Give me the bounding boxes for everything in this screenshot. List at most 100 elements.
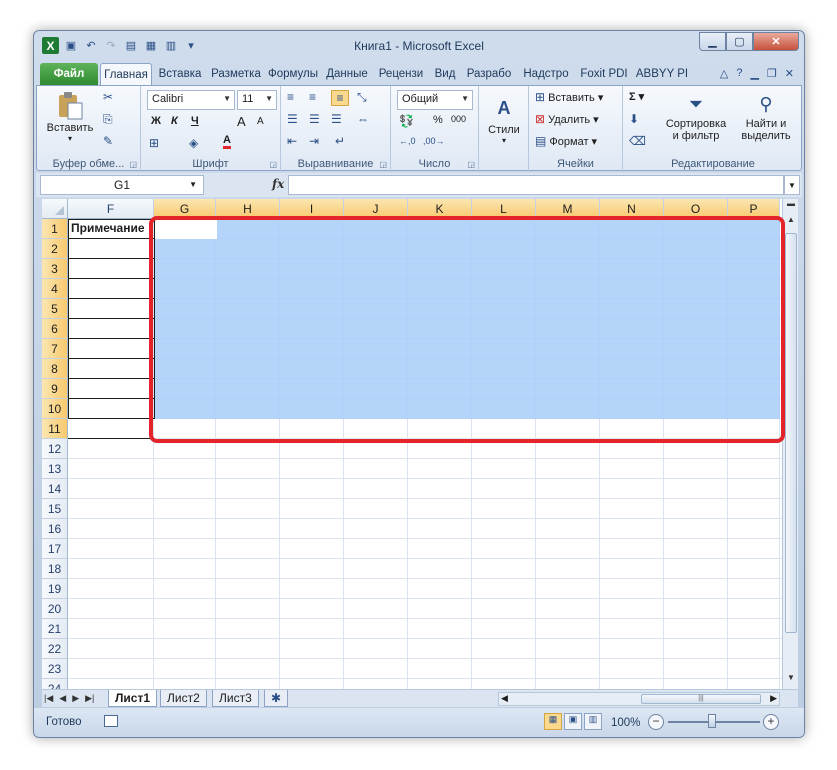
normal-view-icon[interactable]: ▦ bbox=[544, 713, 562, 730]
zoom-slider-thumb[interactable] bbox=[708, 714, 716, 728]
sort-filter-button[interactable]: ⏷ Сортировка и фильтр bbox=[661, 90, 731, 143]
row-header-1[interactable]: 1 bbox=[42, 219, 68, 239]
row-header-7[interactable]: 7 bbox=[42, 339, 68, 359]
tab-view[interactable]: Вид bbox=[430, 63, 460, 85]
align-middle-icon[interactable]: ≡ bbox=[309, 90, 316, 104]
underline-button[interactable]: Ч bbox=[191, 115, 199, 127]
zoom-level[interactable]: 100% bbox=[611, 717, 640, 729]
sheet-tab-2[interactable]: Лист2 bbox=[160, 690, 207, 707]
row-header-20[interactable]: 20 bbox=[42, 599, 68, 619]
doc-minimize-icon[interactable]: ▁ bbox=[750, 67, 758, 80]
row-header-4[interactable]: 4 bbox=[42, 279, 68, 299]
macro-record-icon[interactable] bbox=[104, 715, 118, 727]
merge-icon[interactable]: ⇔ bbox=[357, 112, 369, 126]
increase-indent-icon[interactable]: ⇥ bbox=[309, 134, 319, 148]
grow-font-button[interactable]: A bbox=[237, 114, 246, 129]
cut-icon[interactable]: ✂ bbox=[103, 90, 113, 104]
tab-addins[interactable]: Надстро bbox=[518, 63, 574, 85]
insert-function-icon[interactable]: fx bbox=[272, 177, 284, 191]
last-sheet-icon[interactable]: ▶| bbox=[85, 693, 94, 704]
tab-file[interactable]: Файл bbox=[40, 63, 98, 85]
tab-developer[interactable]: Разрабо bbox=[462, 63, 516, 85]
row-header-16[interactable]: 16 bbox=[42, 519, 68, 539]
percent-button[interactable]: % bbox=[433, 114, 443, 126]
font-size-combo[interactable]: 11 ▼ bbox=[237, 90, 277, 110]
collapse-ribbon-icon[interactable]: △ bbox=[720, 67, 728, 80]
format-cells-button[interactable]: ▤ Формат ▾ bbox=[535, 134, 597, 148]
tab-home[interactable]: Главная bbox=[100, 63, 152, 85]
maximize-button[interactable]: ▢ bbox=[726, 32, 753, 51]
prev-sheet-icon[interactable]: ◀ bbox=[59, 693, 66, 704]
font-color-icon[interactable]: A bbox=[223, 134, 231, 149]
vertical-scroll-thumb[interactable] bbox=[785, 233, 797, 633]
zoom-in-button[interactable]: + bbox=[763, 714, 779, 730]
autosum-button[interactable]: Σ ▾ bbox=[629, 90, 644, 103]
row-header-9[interactable]: 9 bbox=[42, 379, 68, 399]
minimize-button[interactable]: ▁ bbox=[699, 32, 726, 51]
row-header-23[interactable]: 23 bbox=[42, 659, 68, 679]
row-header-12[interactable]: 12 bbox=[42, 439, 68, 459]
tab-review[interactable]: Рецензи bbox=[374, 63, 428, 85]
tab-data[interactable]: Данные bbox=[322, 63, 372, 85]
cell-f1[interactable]: Примечание bbox=[71, 221, 145, 235]
row-header-5[interactable]: 5 bbox=[42, 299, 68, 319]
row-header-22[interactable]: 22 bbox=[42, 639, 68, 659]
tab-abbyy[interactable]: ABBYY PI bbox=[634, 63, 690, 85]
row-header-10[interactable]: 10 bbox=[42, 399, 68, 419]
align-right-icon[interactable]: ☰ bbox=[331, 112, 342, 126]
page-break-view-icon[interactable]: ▥ bbox=[584, 713, 602, 730]
split-handle-icon[interactable]: ▬ bbox=[783, 199, 799, 213]
row-header-19[interactable]: 19 bbox=[42, 579, 68, 599]
wrap-text-icon[interactable]: ↵ bbox=[335, 134, 345, 148]
fill-color-icon[interactable]: ◈ bbox=[189, 136, 198, 150]
increase-decimal-icon[interactable]: ←,0 bbox=[399, 136, 416, 146]
tab-insert[interactable]: Вставка bbox=[154, 63, 206, 85]
clear-icon[interactable]: ⌫ bbox=[629, 134, 646, 148]
number-format-combo[interactable]: Общий ▼ bbox=[397, 90, 473, 110]
formula-input[interactable] bbox=[288, 175, 784, 195]
insert-cells-button[interactable]: ⊞ Вставить ▾ bbox=[535, 90, 603, 104]
sheet-tab-3[interactable]: Лист3 bbox=[212, 690, 259, 707]
bold-button[interactable]: Ж bbox=[151, 115, 161, 127]
row-header-18[interactable]: 18 bbox=[42, 559, 68, 579]
row-header-15[interactable]: 15 bbox=[42, 499, 68, 519]
borders-icon[interactable]: ⊞ bbox=[149, 136, 159, 150]
font-dialog-launcher[interactable]: ◲ bbox=[269, 160, 277, 169]
column-header-f[interactable]: F bbox=[68, 199, 154, 219]
doc-restore-icon[interactable]: ❐ bbox=[767, 67, 777, 80]
row-header-17[interactable]: 17 bbox=[42, 539, 68, 559]
doc-close-icon[interactable]: ✕ bbox=[785, 67, 794, 80]
row-header-11[interactable]: 11 bbox=[42, 419, 68, 439]
orientation-icon[interactable]: ⤡ bbox=[357, 90, 367, 105]
sheet-tab-1[interactable]: Лист1 bbox=[108, 690, 158, 707]
help-icon[interactable]: ? bbox=[736, 67, 742, 80]
row-header-2[interactable]: 2 bbox=[42, 239, 68, 259]
find-select-button[interactable]: ⚲ Найти и выделить bbox=[735, 90, 797, 143]
row-header-3[interactable]: 3 bbox=[42, 259, 68, 279]
new-sheet-icon[interactable]: ✱ bbox=[264, 690, 289, 707]
scroll-up-icon[interactable]: ▲ bbox=[783, 215, 799, 229]
first-sheet-icon[interactable]: |◀ bbox=[44, 693, 53, 704]
align-top-icon[interactable]: ≡ bbox=[287, 90, 294, 104]
row-header-14[interactable]: 14 bbox=[42, 479, 68, 499]
close-button[interactable]: ✕ bbox=[753, 32, 799, 51]
paste-button[interactable]: Вставить ▾ bbox=[45, 90, 95, 143]
decrease-indent-icon[interactable]: ⇤ bbox=[287, 134, 297, 148]
italic-button[interactable]: К bbox=[171, 115, 178, 127]
name-box[interactable]: G1 ▼ bbox=[40, 175, 204, 195]
select-all-button[interactable] bbox=[42, 199, 68, 219]
clipboard-dialog-launcher[interactable]: ◲ bbox=[129, 160, 137, 169]
tab-formulas[interactable]: Формулы bbox=[266, 63, 320, 85]
row-header-24[interactable]: 24 bbox=[42, 679, 68, 689]
row-header-6[interactable]: 6 bbox=[42, 319, 68, 339]
alignment-dialog-launcher[interactable]: ◲ bbox=[379, 160, 387, 169]
tab-page-layout[interactable]: Разметка bbox=[208, 63, 264, 85]
number-dialog-launcher[interactable]: ◲ bbox=[467, 160, 475, 169]
delete-cells-button[interactable]: ⊠ Удалить ▾ bbox=[535, 112, 599, 126]
currency-icon[interactable]: 💱 bbox=[399, 114, 414, 128]
scroll-left-icon[interactable]: ◀ bbox=[501, 693, 508, 704]
horizontal-scrollbar[interactable]: ◀ ||| ▶ bbox=[498, 692, 780, 706]
align-left-icon[interactable]: ☰ bbox=[287, 112, 298, 126]
format-painter-icon[interactable]: ✎ bbox=[103, 134, 113, 148]
row-header-8[interactable]: 8 bbox=[42, 359, 68, 379]
